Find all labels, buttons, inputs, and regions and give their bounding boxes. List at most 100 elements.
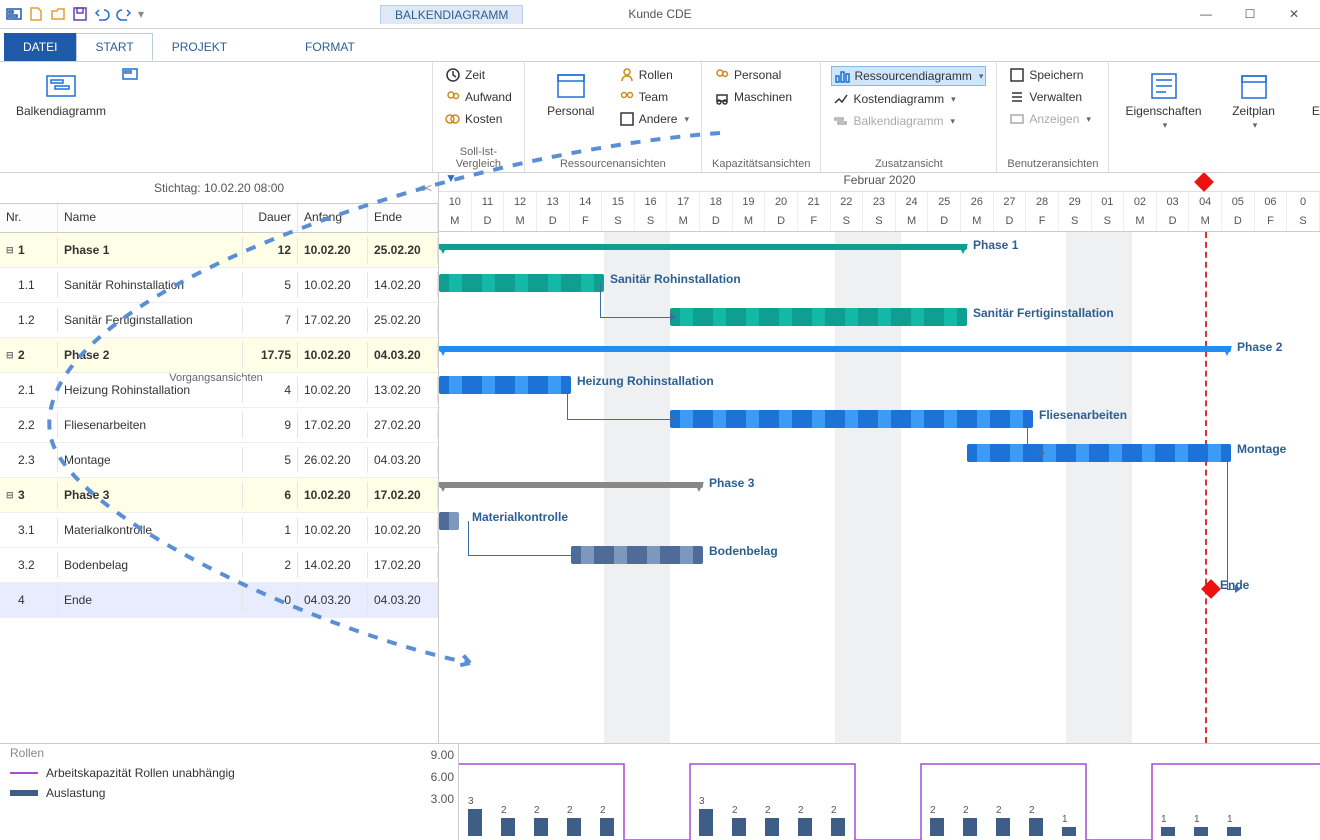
maximize-button[interactable]: ☐ (1236, 7, 1264, 21)
table-row[interactable]: 1.1 Sanitär Rohinstallation5 10.02.2014.… (0, 268, 438, 303)
table-row[interactable]: 4 Ende0 04.03.2004.03.20 (0, 583, 438, 618)
aufwand-button[interactable]: Aufwand (443, 88, 514, 106)
task-bar[interactable] (439, 512, 459, 530)
day-col: 02M (1124, 192, 1157, 231)
ressourcendiagramm-button[interactable]: Ressourcendiagramm (831, 66, 986, 86)
task-bar[interactable] (670, 410, 1033, 428)
summary-bar[interactable] (439, 346, 1231, 352)
collapse-button[interactable]: << (418, 181, 432, 195)
task-bar[interactable] (439, 274, 604, 292)
kap-personal-button[interactable]: Personal (712, 66, 794, 84)
task-bar[interactable] (571, 546, 703, 564)
day-col: 24M (896, 192, 929, 231)
table-row[interactable]: ⊟2 Phase 217.75 10.02.2004.03.20 (0, 338, 438, 373)
resource-chart: Rollen Arbeitskapazität Rollen unabhängi… (0, 744, 1320, 840)
util-label: 2 (1029, 805, 1035, 816)
bar-label: Phase 2 (1237, 340, 1282, 354)
day-col: 21F (798, 192, 831, 231)
day-col: 19M (733, 192, 766, 231)
util-label: 2 (996, 805, 1002, 816)
tab-format[interactable]: FORMAT (286, 33, 374, 61)
anzeigen-button[interactable]: Anzeigen (1007, 110, 1093, 128)
zeit-button[interactable]: Zeit (443, 66, 514, 84)
summary-bar[interactable] (439, 482, 703, 488)
new-icon[interactable] (28, 6, 44, 22)
table-row[interactable]: 2.2 Fliesenarbeiten9 17.02.2027.02.20 (0, 408, 438, 443)
task-bar[interactable] (439, 376, 571, 394)
qat-dropdown-icon[interactable]: ▾ (138, 7, 144, 21)
close-button[interactable]: ✕ (1280, 7, 1308, 21)
task-bar[interactable] (967, 444, 1231, 462)
team-button[interactable]: Team (617, 88, 691, 106)
util-label: 1 (1227, 814, 1233, 825)
zeitplan-button[interactable]: Zeitplan (1218, 66, 1290, 135)
day-col: 22S (831, 192, 864, 231)
bar-label: Phase 1 (973, 238, 1018, 252)
util-label: 2 (963, 805, 969, 816)
speichern-button[interactable]: Speichern (1007, 66, 1093, 84)
personal-button[interactable]: Personal (535, 66, 607, 122)
table-row[interactable]: 1.2 Sanitär Fertiginstallation7 17.02.20… (0, 303, 438, 338)
table-row[interactable]: 2.1 Heizung Rohinstallation4 10.02.2013.… (0, 373, 438, 408)
dependency-link (1027, 419, 1040, 454)
andere-button[interactable]: Andere (617, 110, 691, 128)
day-col: 0S (1287, 192, 1320, 231)
summary-bar[interactable] (439, 244, 967, 250)
einfuegen-button[interactable]: Einfügen (1300, 66, 1320, 135)
open-icon[interactable] (50, 6, 66, 22)
tab-start[interactable]: START (76, 33, 152, 61)
day-col: 12M (504, 192, 537, 231)
table-row[interactable]: ⊟1 Phase 112 10.02.2025.02.20 (0, 233, 438, 268)
util-bar (996, 818, 1010, 836)
bar-label: Bodenbelag (709, 544, 778, 558)
day-col: 26M (961, 192, 994, 231)
kosten-button[interactable]: Kosten (443, 110, 514, 128)
kostendiagramm-button[interactable]: Kostendiagramm (831, 90, 986, 108)
col-dauer[interactable]: Dauer (243, 204, 298, 232)
tab-datei[interactable]: DATEI (4, 33, 76, 61)
day-col: 25D (928, 192, 961, 231)
table-row[interactable]: 2.3 Montage5 26.02.2004.03.20 (0, 443, 438, 478)
util-label: 3 (468, 796, 474, 807)
task-bar[interactable] (670, 308, 967, 326)
col-anfang[interactable]: Anfang (298, 204, 368, 232)
col-nr[interactable]: Nr. (0, 204, 58, 232)
save-icon[interactable] (72, 6, 88, 22)
timeline-cursor-icon[interactable]: ▼ (445, 173, 457, 185)
gantt-month: Februar 2020 (439, 173, 1320, 192)
util-bar (831, 818, 845, 836)
gantt-body[interactable]: Phase 1Sanitär RohinstallationSanitär Fe… (439, 232, 1320, 743)
team-icon (619, 89, 635, 105)
balkendiagramm-sub-button[interactable]: Balkendiagramm (831, 112, 986, 130)
axis-9: 9.00 (431, 748, 454, 762)
util-label: 2 (930, 805, 936, 816)
balkendiagramm-button[interactable]: Balkendiagramm (10, 66, 112, 122)
table-row[interactable]: ⊟3 Phase 36 10.02.2017.02.20 (0, 478, 438, 513)
redo-icon[interactable] (116, 6, 132, 22)
bar-label: Montage (1237, 442, 1286, 456)
legend-capacity: Arbeitskapazität Rollen unabhängig (10, 766, 448, 780)
save-small-icon (1009, 67, 1025, 83)
undo-icon[interactable] (94, 6, 110, 22)
milestone-icon[interactable] (1201, 579, 1221, 599)
table-row[interactable]: 3.1 Materialkontrolle1 10.02.2010.02.20 (0, 513, 438, 548)
eigenschaften-button[interactable]: Eigenschaften (1119, 66, 1207, 135)
tab-projekt[interactable]: PROJEKT (153, 33, 246, 61)
day-col: 10M (439, 192, 472, 231)
gantt-chart[interactable]: Februar 2020 ▼ 10M11D12M13D14F15S16S17M1… (439, 173, 1320, 743)
minimize-button[interactable]: — (1192, 7, 1220, 21)
ribbon: Balkendiagramm Vorgangsansichten Zeit Au… (0, 62, 1320, 173)
kap-maschinen-button[interactable]: Maschinen (712, 88, 794, 106)
resource-plot[interactable]: 322223222222221111 (459, 744, 1320, 840)
calendar-icon (555, 70, 587, 102)
col-ende[interactable]: Ende (368, 204, 438, 232)
col-name[interactable]: Name (58, 204, 243, 232)
context-tab[interactable]: BALKENDIAGRAMM (380, 5, 523, 24)
table-row[interactable]: 3.2 Bodenbelag2 14.02.2017.02.20 (0, 548, 438, 583)
rollen-button[interactable]: Rollen (617, 66, 691, 84)
verwalten-button[interactable]: Verwalten (1007, 88, 1093, 106)
dependency-link (1227, 453, 1236, 590)
gantt-header: Februar 2020 ▼ 10M11D12M13D14F15S16S17M1… (439, 173, 1320, 232)
util-bar (534, 818, 548, 836)
day-col: 06F (1255, 192, 1288, 231)
